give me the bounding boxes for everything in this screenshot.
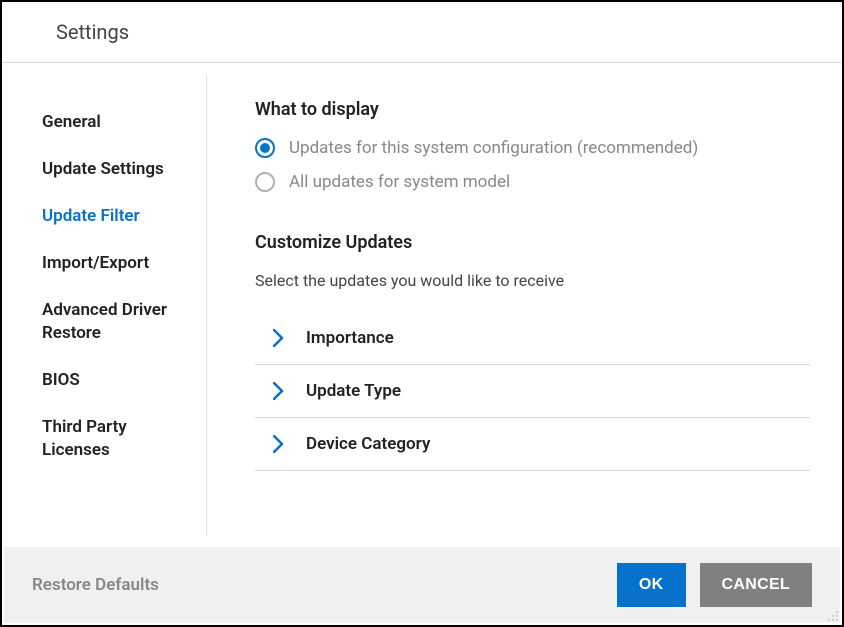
radio-option-this-system[interactable]: Updates for this system configuration (r…: [255, 138, 810, 158]
expander-importance[interactable]: Importance: [255, 312, 810, 365]
sidebar-item-update-settings[interactable]: Update Settings: [42, 158, 192, 181]
radio-icon: [255, 172, 275, 192]
dialog-header: Settings: [2, 2, 842, 63]
sidebar: General Update Settings Update Filter Im…: [2, 75, 207, 536]
cancel-button[interactable]: CANCEL: [700, 563, 812, 607]
sidebar-item-label: Update Settings: [42, 159, 164, 179]
sidebar-item-general[interactable]: General: [42, 111, 192, 134]
dialog-footer: Restore Defaults OK CANCEL: [4, 547, 840, 623]
section-heading-customize: Customize Updates: [255, 232, 810, 253]
radio-group-display: Updates for this system configuration (r…: [255, 138, 810, 192]
sidebar-item-third-party-licenses[interactable]: Third Party Licenses: [42, 416, 192, 462]
expander-label: Device Category: [306, 434, 430, 454]
chevron-right-icon: [273, 329, 284, 347]
main-panel: What to display Updates for this system …: [207, 63, 842, 548]
restore-defaults-link[interactable]: Restore Defaults: [32, 575, 159, 595]
expander-device-category[interactable]: Device Category: [255, 418, 810, 471]
chevron-right-icon: [273, 435, 284, 453]
sidebar-item-bios[interactable]: BIOS: [42, 369, 192, 392]
sidebar-item-update-filter[interactable]: Update Filter: [42, 205, 192, 228]
content-area: General Update Settings Update Filter Im…: [2, 63, 842, 548]
expander-label: Importance: [306, 328, 394, 348]
sidebar-item-import-export[interactable]: Import/Export: [42, 252, 192, 275]
radio-icon: [255, 138, 275, 158]
section-heading-display: What to display: [255, 99, 810, 120]
sidebar-item-label: Update Filter: [42, 206, 140, 226]
sidebar-item-advanced-driver-restore[interactable]: Advanced Driver Restore: [42, 299, 192, 345]
customize-subtext: Select the updates you would like to rec…: [255, 271, 810, 290]
resize-grip-icon[interactable]: [827, 610, 839, 622]
radio-option-all-updates[interactable]: All updates for system model: [255, 172, 810, 192]
ok-button[interactable]: OK: [617, 563, 686, 607]
sidebar-item-label: Advanced Driver Restore: [42, 300, 167, 343]
radio-label: All updates for system model: [289, 172, 510, 192]
expander-label: Update Type: [306, 381, 401, 401]
sidebar-item-label: General: [42, 112, 101, 132]
sidebar-item-label: Import/Export: [42, 253, 149, 273]
sidebar-item-label: BIOS: [42, 370, 80, 390]
page-title: Settings: [56, 20, 842, 44]
radio-label: Updates for this system configuration (r…: [289, 138, 698, 158]
expander-update-type[interactable]: Update Type: [255, 365, 810, 418]
chevron-right-icon: [273, 382, 284, 400]
sidebar-item-label: Third Party Licenses: [42, 417, 127, 460]
